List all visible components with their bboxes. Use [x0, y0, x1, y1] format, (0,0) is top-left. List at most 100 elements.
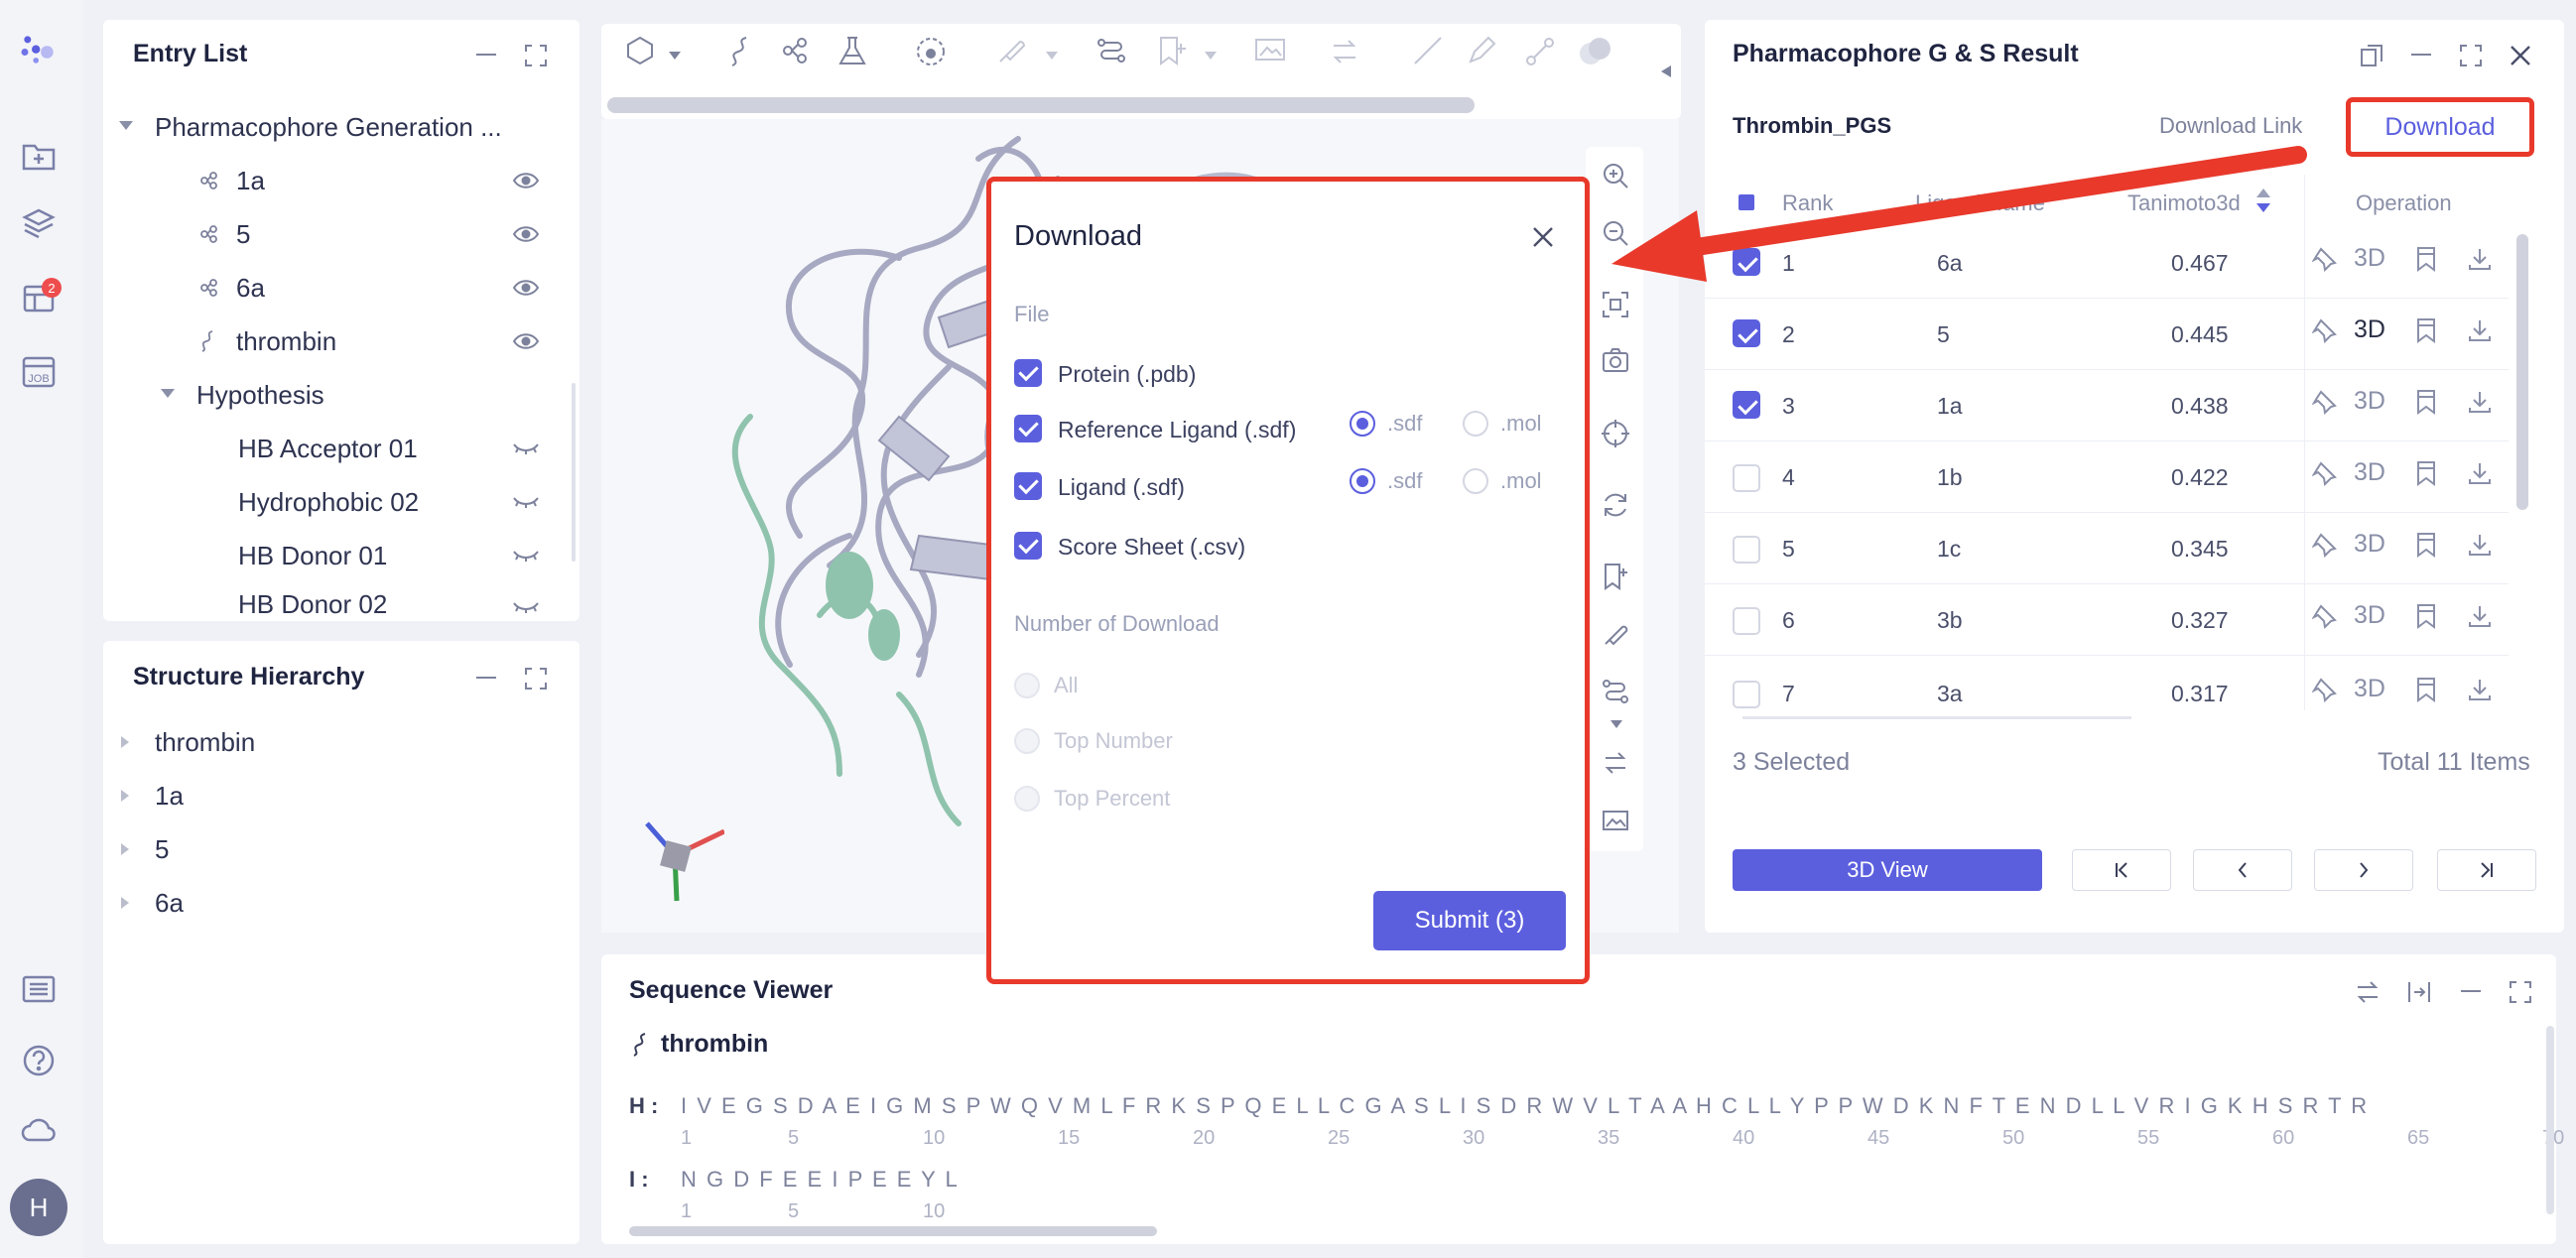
- tree-hypo-item[interactable]: HB Donor 02: [238, 589, 387, 619]
- submit-button[interactable]: Submit (3): [1373, 891, 1566, 950]
- tree-item-6a[interactable]: 6a: [198, 268, 265, 308]
- ligand-tool-icon[interactable]: [780, 36, 812, 65]
- sequence-chain[interactable]: thrombin: [631, 1030, 768, 1059]
- expand-icon[interactable]: [520, 40, 552, 71]
- bookmark-add-icon[interactable]: [1600, 560, 1631, 593]
- row-checkbox[interactable]: [1733, 536, 1760, 564]
- bookmark-icon[interactable]: [2415, 317, 2437, 343]
- ref-sdf-label[interactable]: .sdf: [1387, 411, 1422, 437]
- eye-closed-icon[interactable]: [508, 595, 544, 619]
- pin-icon[interactable]: [2312, 677, 2338, 702]
- expand-icon[interactable]: [2505, 976, 2536, 1008]
- sequence-scrollbar[interactable]: [629, 1226, 1157, 1236]
- row-checkbox[interactable]: [1733, 391, 1760, 419]
- image-tool-icon[interactable]: [1254, 36, 1286, 63]
- caret-right-icon[interactable]: [121, 790, 129, 802]
- align-icon[interactable]: [2403, 976, 2435, 1008]
- structure-item[interactable]: thrombin: [155, 722, 255, 762]
- download-icon[interactable]: [2467, 389, 2493, 415]
- close-icon[interactable]: [1526, 220, 1560, 254]
- collapse-toolbar-icon[interactable]: [1651, 24, 1681, 119]
- first-page-button[interactable]: [2072, 849, 2171, 891]
- scrollbar[interactable]: [572, 383, 576, 562]
- bond-tool-icon[interactable]: [1524, 36, 1556, 67]
- chevron-down-icon[interactable]: [669, 52, 681, 60]
- chevron-down-icon[interactable]: [1205, 52, 1217, 60]
- tree-root[interactable]: Pharmacophore Generation ...: [155, 107, 502, 147]
- expand-icon[interactable]: [2455, 40, 2487, 71]
- minimize-icon[interactable]: [470, 40, 502, 71]
- view-3d-button[interactable]: 3D: [2354, 458, 2385, 487]
- rotate-icon[interactable]: [1600, 488, 1631, 522]
- ref-sdf-radio[interactable]: [1350, 411, 1375, 437]
- tree-hypothesis[interactable]: Hypothesis: [196, 375, 324, 415]
- camera-icon[interactable]: [1600, 343, 1631, 377]
- eye-icon[interactable]: [508, 167, 544, 194]
- copy-icon[interactable]: [2356, 40, 2387, 71]
- ligand-mol-label[interactable]: .mol: [1500, 468, 1542, 494]
- top-percent-label[interactable]: Top Percent: [1054, 786, 1170, 812]
- toolbar-scrollbar[interactable]: [607, 97, 1475, 113]
- download-icon[interactable]: [2467, 603, 2493, 629]
- structure-item[interactable]: 1a: [155, 776, 184, 816]
- distance-tool-icon[interactable]: [1600, 675, 1631, 708]
- surface-tool-icon[interactable]: [915, 36, 949, 67]
- flask-icon[interactable]: [837, 36, 867, 67]
- download-link[interactable]: Download Link: [2159, 113, 2302, 139]
- download-icon[interactable]: [2467, 317, 2493, 343]
- eye-closed-icon[interactable]: [508, 435, 544, 462]
- row-checkbox[interactable]: [1733, 607, 1760, 635]
- download-icon[interactable]: [2467, 677, 2493, 702]
- table-scrollbar[interactable]: [2516, 234, 2528, 510]
- structure-item[interactable]: 6a: [155, 883, 184, 923]
- help-icon[interactable]: [18, 1040, 60, 1081]
- swap-icon[interactable]: [2352, 976, 2383, 1008]
- protein-tool-icon[interactable]: [726, 36, 756, 67]
- center-target-icon[interactable]: [1600, 417, 1631, 450]
- tree-hypo-item[interactable]: Hydrophobic 02: [238, 482, 419, 522]
- layers-flask-icon[interactable]: [18, 202, 60, 244]
- cloud-icon[interactable]: [18, 1109, 60, 1151]
- minimize-icon[interactable]: [2455, 976, 2487, 1008]
- minimize-icon[interactable]: [470, 663, 502, 694]
- minimize-icon[interactable]: [2405, 40, 2437, 71]
- chevron-down-icon[interactable]: [1046, 52, 1058, 60]
- link-tool-icon[interactable]: [996, 36, 1026, 65]
- caret-right-icon[interactable]: [121, 897, 129, 909]
- pin-icon[interactable]: [2312, 603, 2338, 629]
- pin-icon[interactable]: [2312, 246, 2338, 272]
- distance-tool-icon[interactable]: [1095, 36, 1127, 65]
- ref-mol-radio[interactable]: [1463, 411, 1488, 437]
- eye-icon[interactable]: [508, 327, 544, 355]
- score-sheet-checkbox[interactable]: [1014, 532, 1042, 560]
- score-sheet-option[interactable]: Score Sheet (.csv): [1058, 534, 1245, 561]
- list-icon[interactable]: [18, 968, 60, 1010]
- row-checkbox[interactable]: [1733, 681, 1760, 708]
- view-3d-button[interactable]: 3D: [2354, 530, 2385, 559]
- caret-right-icon[interactable]: [121, 736, 129, 748]
- caret-down-icon[interactable]: [161, 389, 175, 398]
- expand-icon[interactable]: [520, 663, 552, 694]
- ligand-sdf-radio[interactable]: [1350, 468, 1375, 494]
- eye-closed-icon[interactable]: [508, 488, 544, 516]
- reference-ligand-option[interactable]: Reference Ligand (.sdf): [1058, 417, 1296, 443]
- structure-item[interactable]: 5: [155, 829, 169, 869]
- reference-ligand-checkbox[interactable]: [1014, 415, 1042, 442]
- overlay-tool-icon[interactable]: [1578, 36, 1613, 67]
- bookmark-icon[interactable]: [2415, 246, 2437, 272]
- tree-hypo-item[interactable]: HB Donor 01: [238, 536, 387, 575]
- cube-icon[interactable]: [625, 36, 655, 65]
- bookmark-icon[interactable]: [2415, 532, 2437, 558]
- last-page-button[interactable]: [2437, 849, 2536, 891]
- prev-page-button[interactable]: [2193, 849, 2292, 891]
- ligand-checkbox[interactable]: [1014, 472, 1042, 500]
- row-checkbox[interactable]: [1733, 464, 1760, 492]
- view-3d-button[interactable]: 3D: [2354, 315, 2385, 344]
- ligand-option[interactable]: Ligand (.sdf): [1058, 474, 1185, 501]
- next-page-button[interactable]: [2314, 849, 2413, 891]
- caret-down-icon[interactable]: [119, 121, 133, 130]
- row-checkbox[interactable]: [1733, 319, 1760, 347]
- 3d-view-button[interactable]: 3D View: [1733, 849, 2042, 891]
- new-folder-icon[interactable]: [18, 135, 60, 177]
- pin-icon[interactable]: [2312, 317, 2338, 343]
